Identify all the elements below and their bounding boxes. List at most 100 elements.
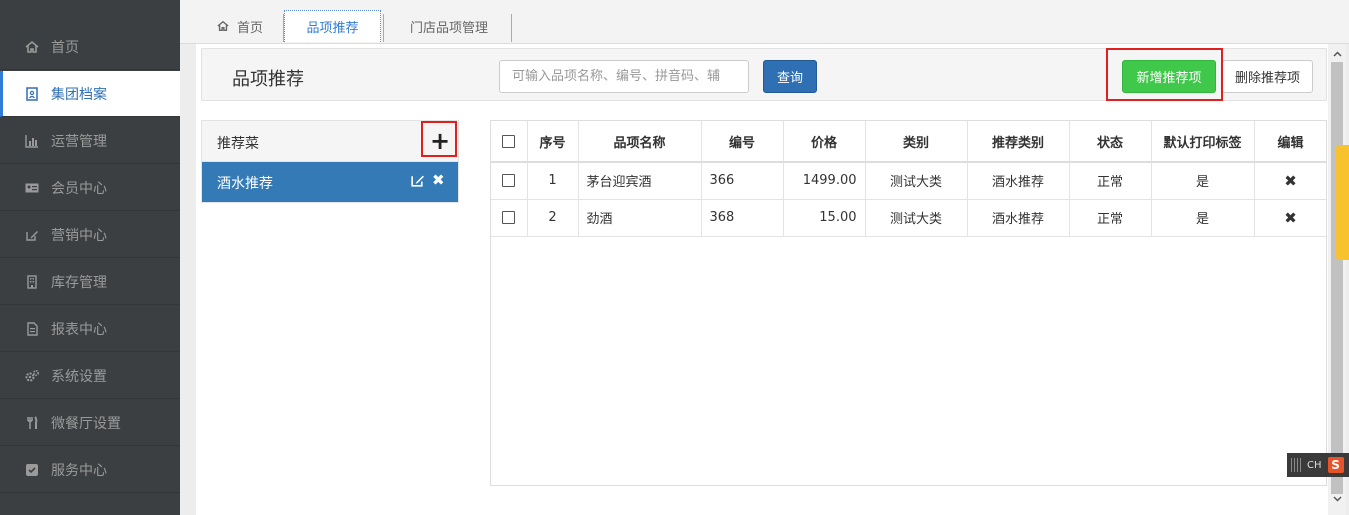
archive-icon	[25, 86, 39, 101]
item-price: 15.00	[783, 199, 866, 237]
tab-label: 门店品项管理	[409, 20, 488, 36]
tab-divider	[511, 14, 512, 42]
sidebar-item-micro-restaurant[interactable]: 微餐厅设置	[0, 400, 180, 446]
row-index: 2	[527, 199, 579, 237]
sidebar-item-label: 集团档案	[51, 86, 107, 103]
item-category: 测试大类	[865, 162, 968, 200]
select-all-checkbox[interactable]	[502, 134, 516, 148]
cutlery-icon	[25, 415, 39, 430]
list-header: 推荐菜 +	[202, 121, 458, 162]
sidebar-item-members[interactable]: 会员中心	[0, 165, 180, 211]
tab-label: 品项推荐	[306, 21, 359, 36]
tab-divider	[383, 14, 384, 42]
sidebar-item-label: 系统设置	[51, 368, 107, 385]
recommend-table-panel: 序号 品项名称 编号 价格 类别 推荐类别 状态 默认打印标签 编辑 1 茅台迎…	[490, 120, 1327, 486]
column-header: 价格	[783, 121, 866, 163]
ime-logo-icon: S	[1327, 457, 1344, 473]
column-header: 默认打印标签	[1151, 121, 1255, 163]
floating-side-tab[interactable]	[1336, 145, 1349, 260]
table-row[interactable]: 2 劲酒 368 15.00 测试大类 酒水推荐 正常 是 ✖	[491, 199, 1326, 237]
column-header: 序号	[527, 121, 579, 163]
column-header: 状态	[1069, 121, 1152, 163]
item-code: 366	[701, 162, 784, 200]
recommend-list-panel: 推荐菜 + 酒水推荐 ✖	[201, 120, 459, 203]
item-name: 茅台迎宾酒	[578, 162, 702, 200]
list-item-label: 酒水推荐	[217, 176, 273, 192]
item-recommend-category: 酒水推荐	[967, 162, 1070, 200]
sidebar-item-label: 运营管理	[51, 133, 107, 150]
tab-item-recommend[interactable]: 品项推荐	[284, 10, 381, 42]
sidebar-item-operations[interactable]: 运营管理	[0, 118, 180, 164]
table-row[interactable]: 1 茅台迎宾酒 366 1499.00 测试大类 酒水推荐 正常 是 ✖	[491, 162, 1326, 200]
delete-row-icon[interactable]: ✖	[1284, 172, 1297, 190]
scroll-down-icon[interactable]	[1328, 491, 1346, 507]
column-header: 品项名称	[578, 121, 702, 163]
list-header-label: 推荐菜	[217, 136, 259, 152]
page-header: 品项推荐 查询 新增推荐项 删除推荐项	[201, 48, 1327, 101]
sidebar-item-inventory[interactable]: 库存管理	[0, 259, 180, 305]
row-checkbox[interactable]	[502, 174, 516, 188]
select-all-cell	[491, 121, 528, 163]
row-select-cell	[491, 199, 528, 237]
ime-language: CH	[1307, 459, 1322, 471]
close-icon[interactable]: ✖	[432, 171, 445, 189]
sidebar-item-service[interactable]: 服务中心	[0, 447, 180, 493]
sidebar-item-label: 微餐厅设置	[51, 415, 121, 432]
scrollbar-thumb[interactable]	[1331, 62, 1343, 494]
row-delete-cell: ✖	[1254, 199, 1326, 237]
sidebar-item-label: 首页	[51, 39, 79, 56]
sidebar-item-label: 报表中心	[51, 321, 107, 338]
ime-toolbar[interactable]: CH S	[1287, 453, 1349, 477]
query-button[interactable]: 查询	[763, 60, 817, 93]
delete-row-icon[interactable]: ✖	[1284, 209, 1297, 227]
scroll-up-icon[interactable]	[1328, 46, 1346, 62]
highlight-box	[421, 121, 457, 157]
building-icon	[25, 274, 39, 289]
service-icon	[25, 463, 39, 477]
item-price: 1499.00	[783, 162, 866, 200]
search-input[interactable]	[499, 60, 749, 93]
bar-chart-icon	[25, 134, 39, 148]
row-index: 1	[527, 162, 579, 200]
highlight-box	[1106, 48, 1223, 101]
column-header: 类别	[865, 121, 968, 163]
item-name: 劲酒	[578, 199, 702, 237]
report-icon	[25, 321, 39, 336]
list-item[interactable]: 酒水推荐 ✖	[202, 162, 458, 202]
edit-icon[interactable]	[410, 173, 426, 189]
edit-icon	[25, 228, 39, 242]
sidebar-item-label: 库存管理	[51, 274, 107, 291]
tab-label: 首页	[236, 20, 263, 36]
column-header: 编辑	[1254, 121, 1326, 163]
tab-home[interactable]: 首页	[198, 10, 282, 42]
sidebar-item-home[interactable]: 首页	[0, 24, 180, 70]
sidebar-item-label: 会员中心	[51, 180, 107, 197]
sidebar-item-system-settings[interactable]: 系统设置	[0, 353, 180, 399]
recommend-table: 序号 品项名称 编号 价格 类别 推荐类别 状态 默认打印标签 编辑 1 茅台迎…	[491, 121, 1326, 237]
column-header: 编号	[701, 121, 784, 163]
vertical-scrollbar[interactable]	[1328, 44, 1346, 515]
item-code: 368	[701, 199, 784, 237]
sidebar-item-label: 营销中心	[51, 227, 107, 244]
page-title: 品项推荐	[232, 69, 304, 90]
row-select-cell	[491, 162, 528, 200]
delete-recommend-button[interactable]: 删除推荐项	[1222, 60, 1313, 93]
row-delete-cell: ✖	[1254, 162, 1326, 200]
item-category: 测试大类	[865, 199, 968, 237]
table-header-row: 序号 品项名称 编号 价格 类别 推荐类别 状态 默认打印标签 编辑	[491, 121, 1326, 163]
item-recommend-category: 酒水推荐	[967, 199, 1070, 237]
row-checkbox[interactable]	[502, 211, 516, 224]
main-panel: 品项推荐 查询 新增推荐项 删除推荐项 推荐菜 + 酒水推荐 ✖	[196, 44, 1334, 515]
sidebar-item-label: 服务中心	[51, 462, 107, 479]
sidebar: 首页 集团档案 运营管理 会员中心 营销中心 库存管理 报表中心 系统设置 微餐…	[0, 0, 180, 515]
item-status: 正常	[1069, 162, 1152, 200]
sidebar-item-group-archive[interactable]: 集团档案	[0, 71, 180, 117]
column-header: 推荐类别	[967, 121, 1070, 163]
tab-bar: 首页 品项推荐 门店品项管理	[180, 0, 1349, 44]
grip-icon[interactable]	[1291, 458, 1301, 472]
sidebar-item-reports[interactable]: 报表中心	[0, 306, 180, 352]
sidebar-item-marketing[interactable]: 营销中心	[0, 212, 180, 258]
item-print-label: 是	[1151, 199, 1255, 237]
item-print-label: 是	[1151, 162, 1255, 200]
tab-store-items[interactable]: 门店品项管理	[385, 10, 513, 42]
